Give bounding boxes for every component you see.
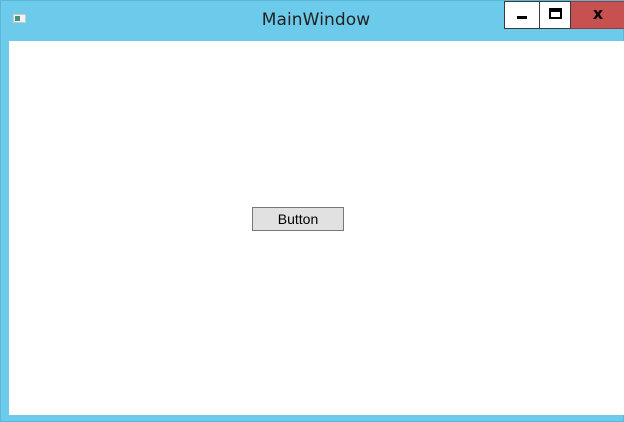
main-button[interactable]: Button (252, 207, 344, 231)
caption-buttons: x (504, 1, 624, 29)
close-icon: x (592, 4, 604, 23)
close-button[interactable]: x (571, 1, 624, 29)
minimize-icon (517, 16, 527, 19)
client-area: Button (9, 41, 624, 415)
minimize-button[interactable] (504, 1, 539, 29)
title-bar[interactable]: MainWindow x (1, 1, 624, 41)
maximize-icon (549, 8, 562, 19)
maximize-button[interactable] (539, 1, 571, 29)
main-window: MainWindow x Button (0, 0, 624, 422)
